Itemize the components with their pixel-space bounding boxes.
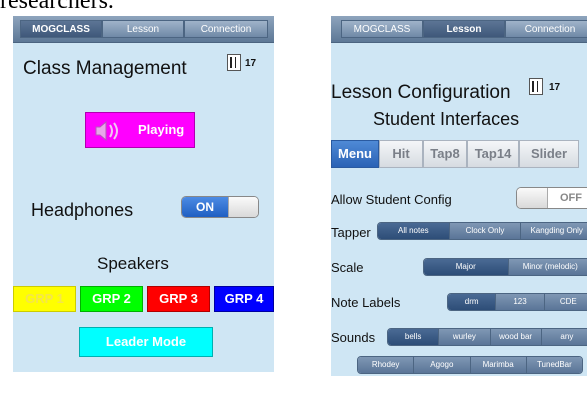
tapper-all-notes[interactable]: All notes bbox=[378, 223, 450, 239]
group-2-button[interactable]: GRP 2 bbox=[80, 286, 143, 312]
tab-bar: MOGCLASS Lesson Connection bbox=[13, 16, 274, 43]
interface-menu[interactable]: Menu bbox=[331, 140, 379, 168]
interface-tap14[interactable]: Tap14 bbox=[467, 140, 519, 168]
scale-minor-melodic[interactable]: Minor (melodic) bbox=[508, 259, 587, 275]
lesson-configuration-screen: MOGCLASS Lesson Connection Lesson Config… bbox=[331, 16, 587, 376]
scale-major[interactable]: Major bbox=[424, 259, 509, 275]
interface-slider[interactable]: Slider bbox=[519, 140, 579, 168]
allow-config-toggle[interactable]: OFF bbox=[516, 187, 587, 209]
tapper-clock-only[interactable]: Clock Only bbox=[449, 223, 522, 239]
book-icon[interactable] bbox=[529, 78, 543, 95]
playing-button[interactable]: Playing bbox=[85, 112, 195, 148]
sound-any[interactable]: any bbox=[541, 329, 587, 345]
sound-wurley[interactable]: wurley bbox=[439, 329, 491, 345]
tab-bar: MOGCLASS Lesson Connection bbox=[331, 16, 587, 43]
headphones-label: Headphones bbox=[31, 200, 134, 220]
caption-fragment: researchers. bbox=[0, 0, 114, 14]
allow-config-label: Allow Student Config bbox=[331, 192, 452, 207]
instrument-selector: Rhodey Agogo Marimba TunedBar bbox=[357, 356, 583, 374]
page-title: Lesson Configuration bbox=[331, 82, 511, 103]
note-labels-123[interactable]: 123 bbox=[496, 294, 545, 310]
tapper-label: Tapper bbox=[331, 225, 371, 240]
interface-tap8[interactable]: Tap8 bbox=[423, 140, 467, 168]
class-management-screen: MOGCLASS Lesson Connection Class Managem… bbox=[13, 16, 274, 372]
tab-lesson[interactable]: Lesson bbox=[102, 20, 184, 38]
group-4-button[interactable]: GRP 4 bbox=[214, 286, 274, 312]
instrument-rhodey[interactable]: Rhodey bbox=[358, 357, 415, 373]
tapper-kangding-only[interactable]: Kangding Only bbox=[521, 223, 587, 239]
instrument-agogo[interactable]: Agogo bbox=[414, 357, 471, 373]
speakers-label: Speakers bbox=[97, 254, 169, 273]
tab-connection[interactable]: Connection bbox=[505, 20, 587, 38]
speaker-icon bbox=[94, 120, 118, 142]
playing-label: Playing bbox=[138, 122, 185, 137]
note-labels-cde[interactable]: CDE bbox=[544, 294, 587, 310]
sounds-selector: bells wurley wood bar any bbox=[387, 328, 587, 346]
tab-mogclass[interactable]: MOGCLASS bbox=[341, 20, 423, 38]
interface-selector: Menu Hit Tap8 Tap14 Slider bbox=[331, 140, 579, 168]
note-labels-label: Note Labels bbox=[331, 295, 401, 310]
toggle-knob[interactable] bbox=[517, 188, 548, 208]
tapper-selector: All notes Clock Only Kangding Only bbox=[377, 222, 587, 240]
badge-count: 17 bbox=[549, 82, 561, 93]
instrument-tunedbar[interactable]: TunedBar bbox=[526, 357, 582, 373]
tab-lesson[interactable]: Lesson bbox=[423, 20, 505, 38]
tab-connection[interactable]: Connection bbox=[184, 20, 268, 38]
tab-mogclass[interactable]: MOGCLASS bbox=[20, 20, 102, 38]
scale-selector: Major Minor (melodic) bbox=[423, 258, 587, 276]
toggle-off-label: OFF bbox=[560, 192, 582, 204]
instrument-marimba[interactable]: Marimba bbox=[470, 357, 527, 373]
student-interfaces-heading: Student Interfaces bbox=[373, 109, 520, 129]
leader-mode-button[interactable]: Leader Mode bbox=[79, 327, 213, 357]
group-3-button[interactable]: GRP 3 bbox=[147, 286, 210, 312]
book-icon[interactable] bbox=[227, 54, 241, 71]
interface-hit[interactable]: Hit bbox=[379, 140, 423, 168]
sound-wood-bar[interactable]: wood bar bbox=[490, 329, 542, 345]
note-labels-selector: drm 123 CDE bbox=[447, 293, 587, 311]
scale-label: Scale bbox=[331, 260, 364, 275]
sound-bells[interactable]: bells bbox=[388, 329, 440, 345]
note-labels-drm[interactable]: drm bbox=[448, 294, 497, 310]
toggle-knob[interactable] bbox=[228, 197, 258, 217]
sounds-label: Sounds bbox=[331, 330, 376, 345]
group-1-button[interactable]: GRP 1 bbox=[13, 286, 76, 312]
headphones-toggle[interactable]: ON bbox=[181, 196, 259, 218]
toggle-on-label: ON bbox=[182, 197, 228, 217]
page-title: Class Management bbox=[23, 58, 187, 79]
badge-count: 17 bbox=[245, 58, 257, 69]
